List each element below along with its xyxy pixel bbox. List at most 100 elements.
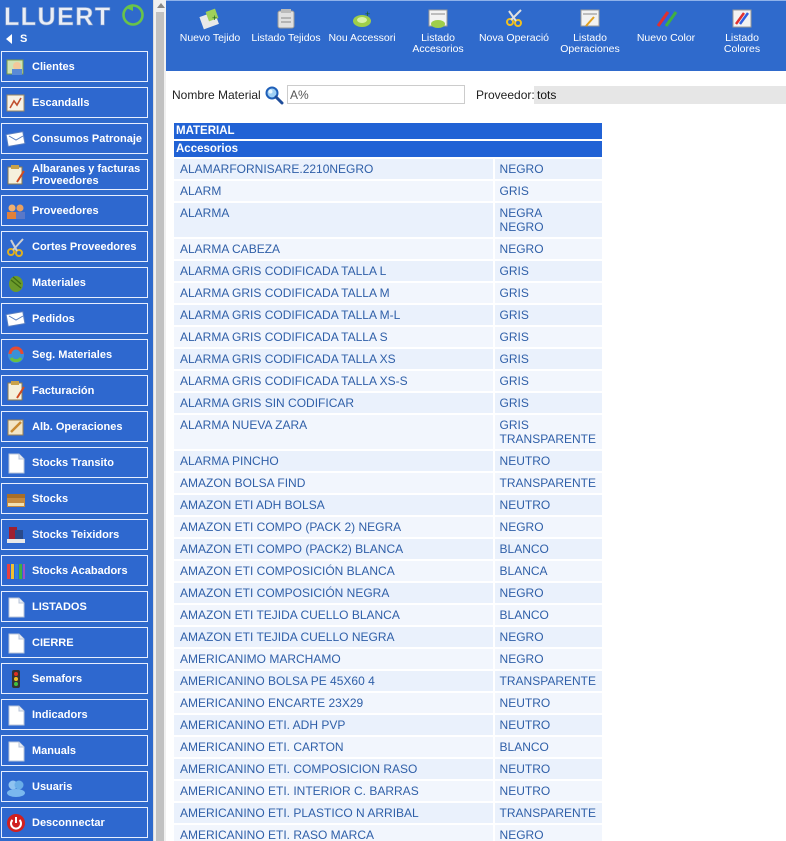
- table-row[interactable]: ALARMA NEGRA NEGRO: [174, 203, 602, 237]
- sidebar-item-listados[interactable]: LISTADOS: [1, 591, 148, 622]
- scroll-thumb[interactable]: [156, 12, 164, 841]
- sidebar-item-cortes-proveedores[interactable]: Cortes Proveedores: [1, 231, 148, 262]
- sidebar-item-manuals[interactable]: Manuals: [1, 735, 148, 766]
- material-name-cell[interactable]: AMERICANINO ETI. COMPOSICION RASO: [174, 759, 493, 779]
- material-name-cell[interactable]: ALARMA GRIS CODIFICADA TALLA M: [174, 283, 493, 303]
- table-row[interactable]: ALARMA GRIS CODIFICADA TALLA S GRIS: [174, 327, 602, 347]
- table-row[interactable]: AMERICANINO ETI. COMPOSICION RASO NEUTRO: [174, 759, 602, 779]
- sidebar-item-stocks-acabadors[interactable]: Stocks Acabadors: [1, 555, 148, 586]
- material-name-cell[interactable]: AMERICANINO ETI. INTERIOR C. BARRAS: [174, 781, 493, 801]
- search-icon[interactable]: [264, 85, 284, 105]
- material-name-cell[interactable]: ALARMA CABEZA: [174, 239, 493, 259]
- table-row[interactable]: AMERICANINO ETI. CARTON BLANCO: [174, 737, 602, 757]
- sidebar-item-escandalls[interactable]: Escandalls: [1, 87, 148, 118]
- material-color-cell: GRIS: [494, 261, 602, 281]
- material-name-cell[interactable]: AMERICANINO BOLSA PE 45X60 4: [174, 671, 493, 691]
- sidebar-item-facturacion[interactable]: Facturación: [1, 375, 148, 406]
- sidebar-item-seg-materiales[interactable]: Seg. Materiales: [1, 339, 148, 370]
- material-name-cell[interactable]: ALAMARFORNISARE.2210NEGRO: [174, 159, 493, 179]
- sidebar-item-materiales[interactable]: Materiales: [1, 267, 148, 298]
- collapse-sidebar-button[interactable]: S: [6, 32, 27, 46]
- table-row[interactable]: AMAZON ETI TEJIDA CUELLO NEGRA NEGRO: [174, 627, 602, 647]
- toolbar-nuevo-tejido-button[interactable]: + Nuevo Tejido: [174, 8, 246, 60]
- toolbar-nuevo-color-button[interactable]: Nuevo Color: [630, 8, 702, 60]
- table-row[interactable]: AMAZON ETI COMPOSICIÓN NEGRA NEGRO: [174, 583, 602, 603]
- sidebar-item-usuaris[interactable]: Usuaris: [1, 771, 148, 802]
- sidebar-item-desconnectar[interactable]: Desconnectar: [1, 807, 148, 838]
- table-row[interactable]: ALARMA GRIS CODIFICADA TALLA L GRIS: [174, 261, 602, 281]
- table-row[interactable]: AMERICANINO ENCARTE 23X29 NEUTRO: [174, 693, 602, 713]
- material-name-cell[interactable]: ALARMA GRIS CODIFICADA TALLA S: [174, 327, 493, 347]
- table-row[interactable]: ALARM GRIS: [174, 181, 602, 201]
- escandalls-icon: [5, 92, 27, 114]
- scroll-up-arrow-icon[interactable]: [157, 3, 165, 8]
- table-row[interactable]: ALAMARFORNISARE.2210NEGRO NEGRO: [174, 159, 602, 179]
- sidebar-item-cierre[interactable]: CIERRE: [1, 627, 148, 658]
- material-name-cell[interactable]: ALARMA GRIS CODIFICADA TALLA M-L: [174, 305, 493, 325]
- table-row[interactable]: AMERICANIMO MARCHAMO NEGRO: [174, 649, 602, 669]
- material-name-cell[interactable]: ALARMA: [174, 203, 493, 237]
- sidebar-item-alb-operaciones[interactable]: Alb. Operaciones: [1, 411, 148, 442]
- table-row[interactable]: AMAZON ETI COMPO (PACK2) BLANCA BLANCO: [174, 539, 602, 559]
- toolbar-listado-colores-button[interactable]: Listado Colores: [706, 8, 778, 60]
- sidebar-item-stocks-teixidors[interactable]: Stocks Teixidors: [1, 519, 148, 550]
- sidebar-item-stocks-transito[interactable]: Stocks Transito: [1, 447, 148, 478]
- toolbar-nova-operacio-button[interactable]: Nova Operació: [478, 8, 550, 60]
- material-name-cell[interactable]: AMERICANINO ETI. CARTON: [174, 737, 493, 757]
- sidebar-item-consumos-patronaje[interactable]: Consumos Patronaje: [1, 123, 148, 154]
- material-name-cell[interactable]: AMAZON ETI TEJIDA CUELLO BLANCA: [174, 605, 493, 625]
- sidebar-scrollbar[interactable]: [153, 0, 166, 841]
- toolbar-listado-tejidos-button[interactable]: Listado Tejidos: [250, 8, 322, 60]
- table-row[interactable]: ALARMA NUEVA ZARA GRIS TRANSPARENTE: [174, 415, 602, 449]
- material-name-cell[interactable]: AMAZON ETI TEJIDA CUELLO NEGRA: [174, 627, 493, 647]
- table-row[interactable]: ALARMA GRIS SIN CODIFICAR GRIS: [174, 393, 602, 413]
- table-row[interactable]: AMERICANINO BOLSA PE 45X60 4 TRANSPARENTE: [174, 671, 602, 691]
- table-row[interactable]: AMAZON ETI TEJIDA CUELLO BLANCA BLANCO: [174, 605, 602, 625]
- sidebar-item-semafors[interactable]: Semafors: [1, 663, 148, 694]
- toolbar-listado-operaciones-button[interactable]: Listado Operaciones: [554, 8, 626, 60]
- sidebar-item-proveedores[interactable]: Proveedores: [1, 195, 148, 226]
- table-row[interactable]: AMAZON BOLSA FIND TRANSPARENTE: [174, 473, 602, 493]
- sidebar-item-clientes[interactable]: Clientes: [1, 51, 148, 82]
- sidebar-item-pedidos[interactable]: Pedidos: [1, 303, 148, 334]
- material-name-cell[interactable]: AMERICANIMO MARCHAMO: [174, 649, 493, 669]
- material-name-cell[interactable]: AMAZON ETI ADH BOLSA: [174, 495, 493, 515]
- table-row[interactable]: ALARMA GRIS CODIFICADA TALLA M GRIS: [174, 283, 602, 303]
- material-name-cell[interactable]: AMAZON ETI COMPOSICIÓN BLANCA: [174, 561, 493, 581]
- toolbar-listado-accesorios-button[interactable]: Listado Accesorios: [402, 8, 474, 60]
- sidebar-item-albaranes-y-facturas-proveedores[interactable]: Albaranes y facturas Proveedores: [1, 159, 148, 190]
- toolbar-nou-accessori-button[interactable]: + Nou Accessori: [326, 8, 398, 60]
- material-name-cell[interactable]: ALARMA NUEVA ZARA: [174, 415, 493, 449]
- material-name-input[interactable]: [287, 85, 465, 104]
- table-row[interactable]: ALARMA GRIS CODIFICADA TALLA M-L GRIS: [174, 305, 602, 325]
- material-name-cell[interactable]: AMERICANINO ETI. ADH PVP: [174, 715, 493, 735]
- sidebar-item-stocks[interactable]: Stocks: [1, 483, 148, 514]
- material-name-cell[interactable]: ALARMA GRIS CODIFICADA TALLA XS: [174, 349, 493, 369]
- material-name-cell[interactable]: AMERICANINO ETI. RASO MARCA: [174, 825, 493, 841]
- material-name-cell[interactable]: AMERICANINO ETI. PLASTICO N ARRIBAL: [174, 803, 493, 823]
- table-row[interactable]: ALARMA GRIS CODIFICADA TALLA XS GRIS: [174, 349, 602, 369]
- table-row[interactable]: ALARMA CABEZA NEGRO: [174, 239, 602, 259]
- material-name-cell[interactable]: ALARMA PINCHO: [174, 451, 493, 471]
- table-row[interactable]: AMAZON ETI COMPOSICIÓN BLANCA BLANCA: [174, 561, 602, 581]
- material-name-cell[interactable]: ALARM: [174, 181, 493, 201]
- table-row[interactable]: ALARMA GRIS CODIFICADA TALLA XS-S GRIS: [174, 371, 602, 391]
- material-color-cell: TRANSPARENTE: [494, 473, 602, 493]
- material-name-cell[interactable]: AMERICANINO ENCARTE 23X29: [174, 693, 493, 713]
- material-name-cell[interactable]: ALARMA GRIS SIN CODIFICAR: [174, 393, 493, 413]
- table-row[interactable]: AMERICANINO ETI. RASO MARCA NEGRO: [174, 825, 602, 841]
- table-row[interactable]: AMERICANINO ETI. PLASTICO N ARRIBAL TRANS…: [174, 803, 602, 823]
- table-row[interactable]: AMERICANINO ETI. ADH PVP NEUTRO: [174, 715, 602, 735]
- table-row[interactable]: AMAZON ETI ADH BOLSA NEUTRO: [174, 495, 602, 515]
- material-name-cell[interactable]: AMAZON ETI COMPO (PACK 2) NEGRA: [174, 517, 493, 537]
- proveedor-select[interactable]: tots: [534, 86, 786, 104]
- material-name-cell[interactable]: ALARMA GRIS CODIFICADA TALLA XS-S: [174, 371, 493, 391]
- table-row[interactable]: AMAZON ETI COMPO (PACK 2) NEGRA NEGRO: [174, 517, 602, 537]
- material-name-cell[interactable]: ALARMA GRIS CODIFICADA TALLA L: [174, 261, 493, 281]
- sidebar-item-indicadors[interactable]: Indicadors: [1, 699, 148, 730]
- material-name-cell[interactable]: AMAZON ETI COMPO (PACK2) BLANCA: [174, 539, 493, 559]
- material-name-cell[interactable]: AMAZON ETI COMPOSICIÓN NEGRA: [174, 583, 493, 603]
- table-row[interactable]: ALARMA PINCHO NEUTRO: [174, 451, 602, 471]
- material-name-cell[interactable]: AMAZON BOLSA FIND: [174, 473, 493, 493]
- table-row[interactable]: AMERICANINO ETI. INTERIOR C. BARRAS NEUTR…: [174, 781, 602, 801]
